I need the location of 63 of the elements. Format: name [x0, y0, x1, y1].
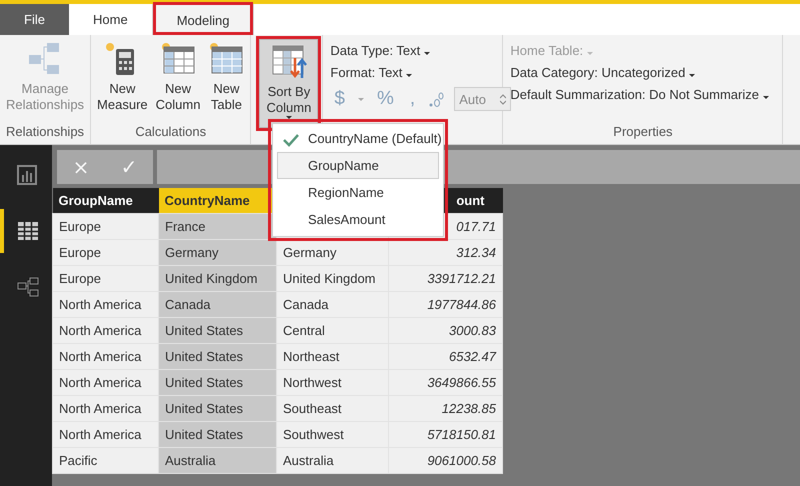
table-cell: Europe [52, 213, 158, 239]
table-cell: Northwest [276, 369, 388, 395]
table-cell: United Kingdom [276, 265, 388, 291]
caret-icon [762, 96, 769, 99]
table-cell: France [158, 213, 276, 239]
table-cell: 9061000.58 [388, 447, 502, 473]
table-cell: United Kingdom [158, 265, 276, 291]
group-label: Relationships [5, 123, 86, 141]
table-cell: United States [158, 421, 276, 447]
caret-icon [358, 98, 364, 100]
caret-icon [688, 74, 695, 77]
ribbon-button[interactable]: Sort By Column [259, 39, 318, 128]
menu-item[interactable]: GroupName [277, 152, 439, 179]
table-cell: Europe [52, 239, 158, 265]
table-cell: Central [276, 317, 388, 343]
spinner-arrows-icon [500, 94, 506, 104]
ribbon-button[interactable]: New Table [206, 37, 246, 117]
ribbon-button[interactable]: New Measure [95, 37, 150, 117]
table-cell: Germany [158, 239, 276, 265]
table-cell: North America [52, 421, 158, 447]
table-cell: North America [52, 291, 158, 317]
table-cell: 5718150.81 [388, 421, 502, 447]
caret-icon [586, 52, 593, 55]
sort-icon [270, 44, 307, 80]
ribbon-button[interactable]: New Column [154, 37, 202, 117]
table-cell: 1977844.86 [388, 291, 502, 317]
table-cell: Northeast [276, 343, 388, 369]
table-cell: North America [52, 369, 158, 395]
table-grid-icon [17, 221, 39, 241]
table-cell: Germany [276, 239, 388, 265]
table-cell: United States [158, 343, 276, 369]
decimal-icon [428, 91, 444, 107]
table-cell: North America [52, 395, 158, 421]
table-cell: 3391712.21 [388, 265, 502, 291]
table-cell: 3000.83 [388, 317, 502, 343]
table-cell: 3649866.55 [388, 369, 502, 395]
table-cell: United States [158, 317, 276, 343]
table-cell: North America [52, 317, 158, 343]
ribbon-tab[interactable]: File [0, 4, 69, 35]
table-cell: Australia [158, 447, 276, 473]
group-label: Properties [612, 123, 674, 141]
table-cell: Southwest [276, 421, 388, 447]
caret-icon [424, 52, 430, 55]
table-cell: Canada [276, 291, 388, 317]
table-cell: 312.34 [388, 239, 502, 265]
column-header[interactable]: GroupName [52, 188, 158, 213]
table-cell: North America [52, 343, 158, 369]
table-cell: Southeast [276, 395, 388, 421]
bar-chart-icon [17, 165, 39, 185]
table-cell: 12238.85 [388, 395, 502, 421]
group-label: Calculations [134, 123, 208, 141]
caret-icon [286, 116, 292, 119]
table-cell: 6532.47 [388, 343, 502, 369]
model-diagram-icon [17, 277, 39, 297]
table-cell: United States [158, 395, 276, 421]
ribbon-tab[interactable]: Modeling [152, 4, 254, 35]
table-cell: United States [158, 369, 276, 395]
checkmark-icon [283, 133, 299, 147]
table-cell: Canada [158, 291, 276, 317]
table-cell: Pacific [52, 447, 158, 473]
table-cell: Australia [276, 447, 388, 473]
caret-icon [406, 74, 412, 77]
table-cell: Europe [52, 265, 158, 291]
